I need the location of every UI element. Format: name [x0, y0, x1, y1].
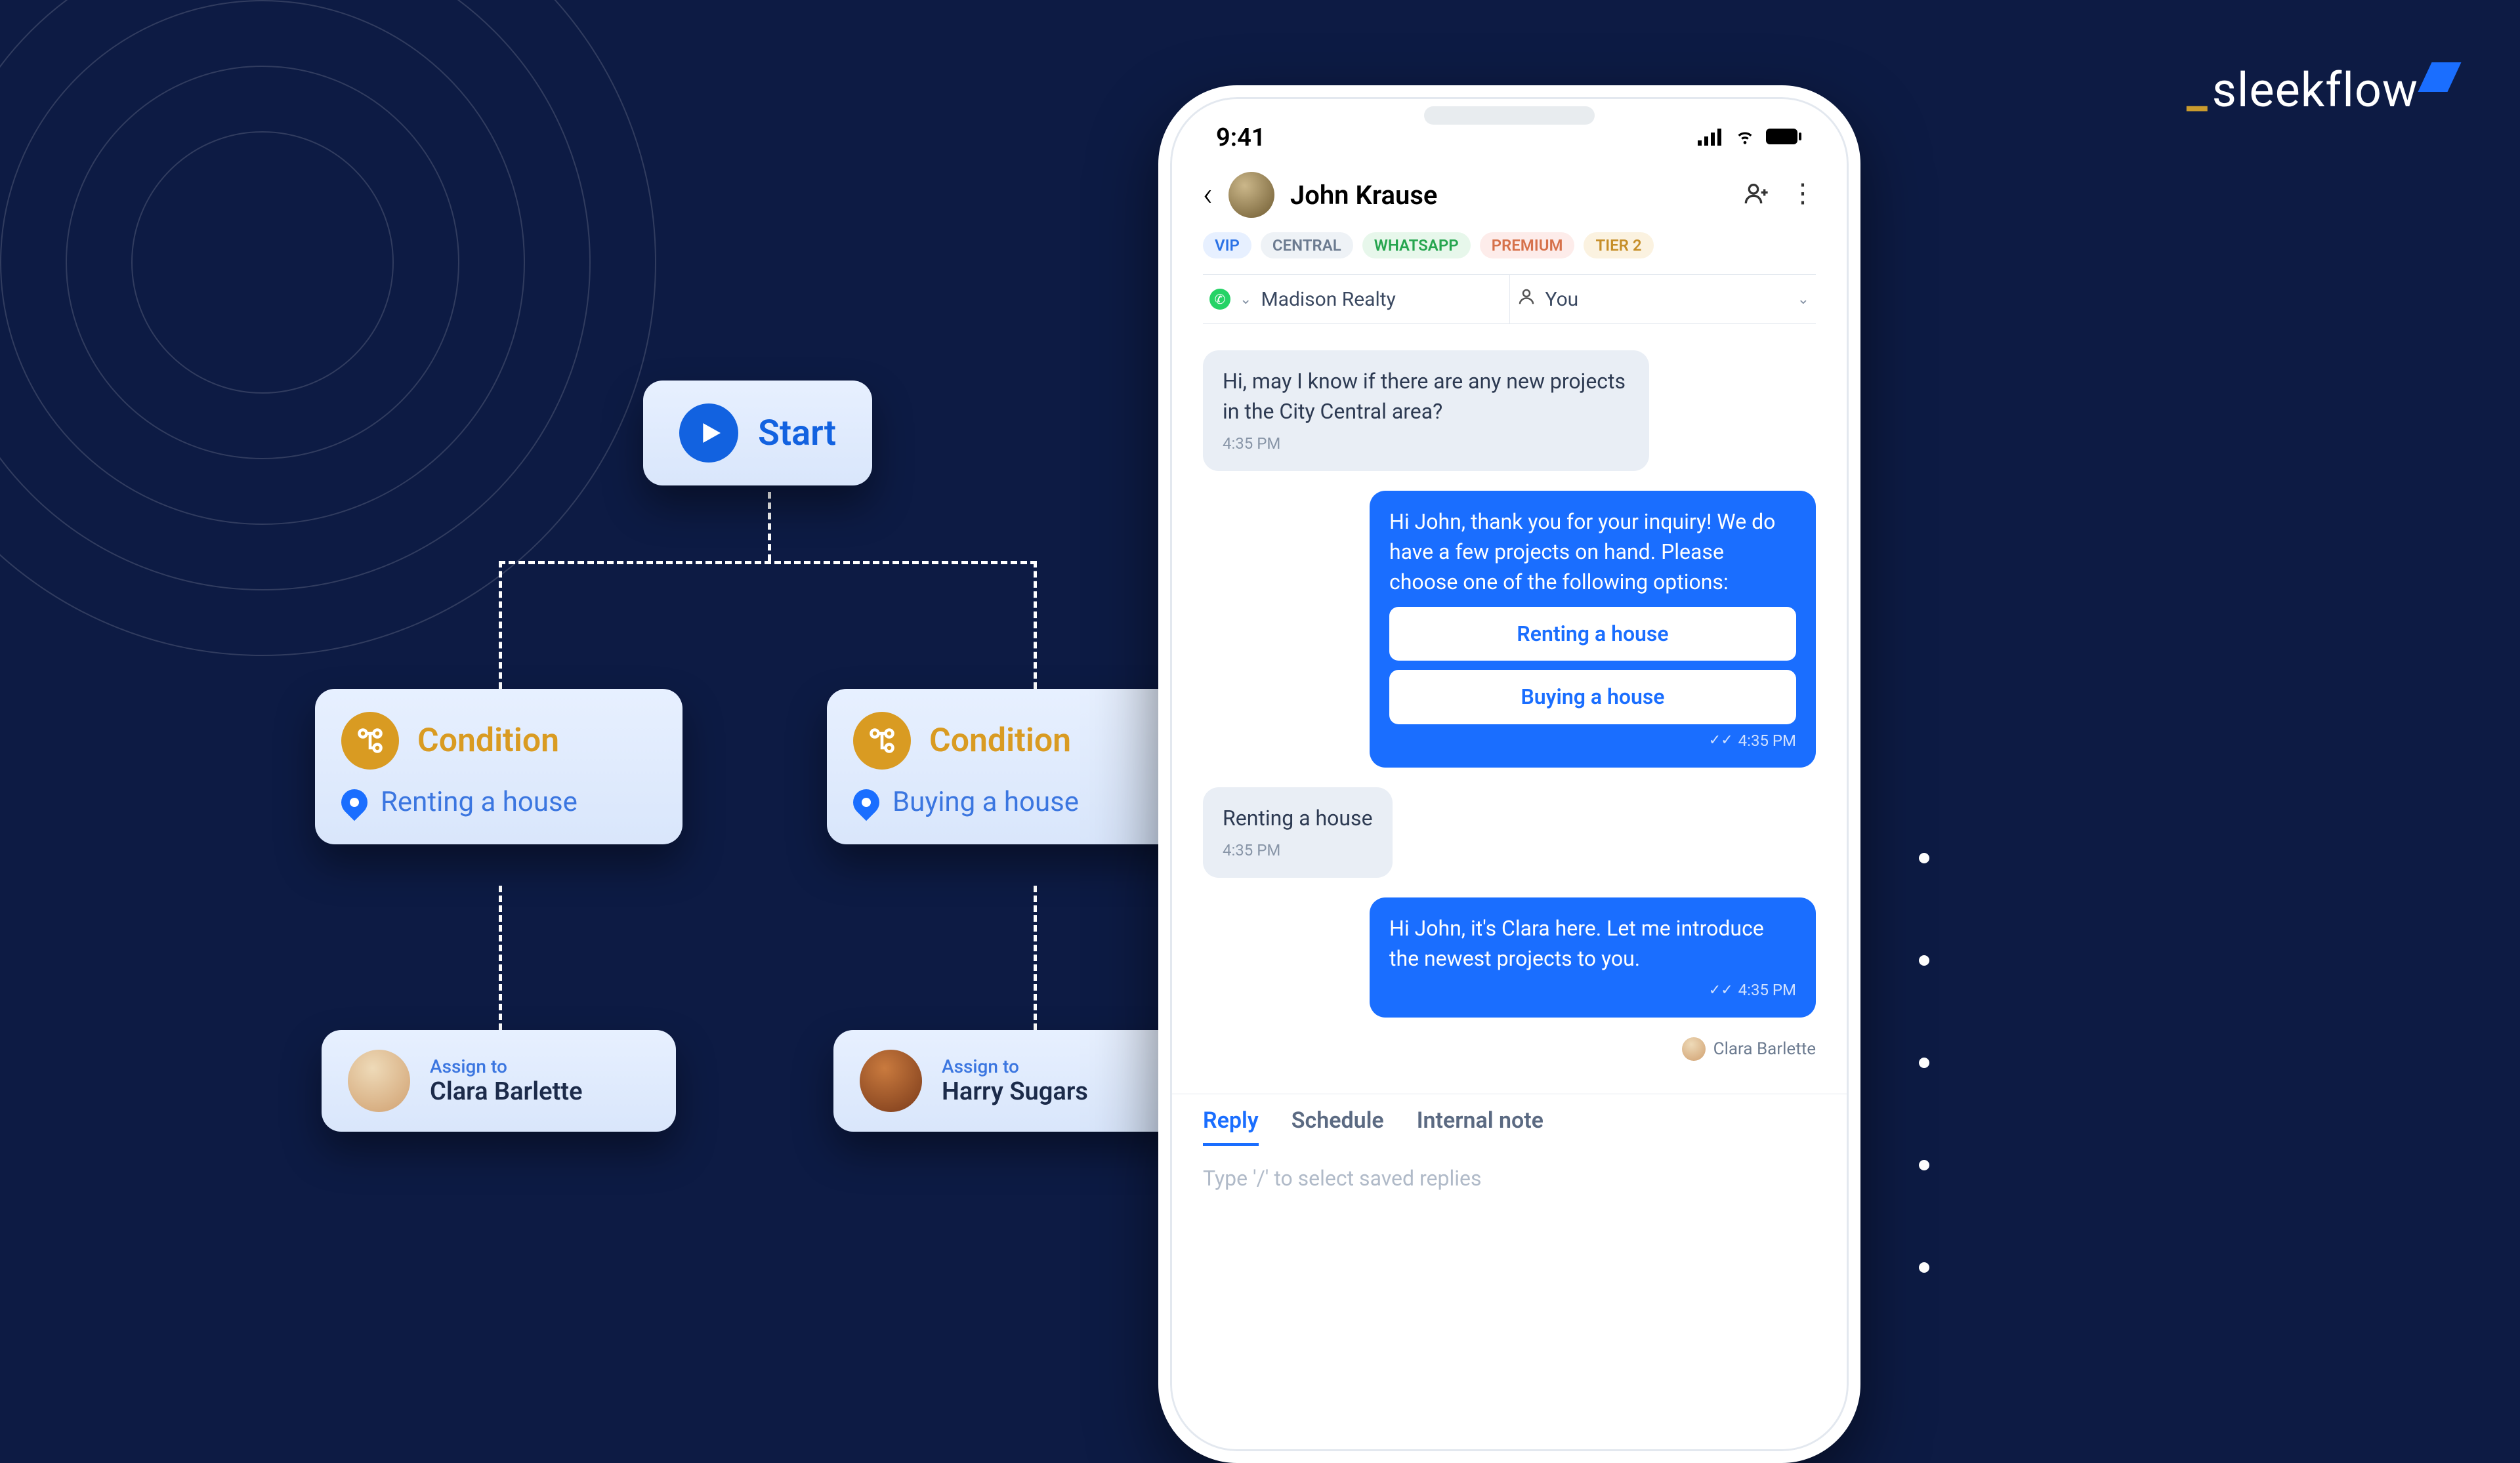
condition-value: Renting a house [381, 786, 578, 818]
incoming-message[interactable]: Renting a house 4:35 PM [1203, 787, 1393, 877]
brand-name: sleekflow [2212, 62, 2418, 118]
outgoing-message[interactable]: Hi John, it's Clara here. Let me introdu… [1370, 897, 1816, 1018]
incoming-message[interactable]: Hi, may I know if there are any new proj… [1203, 350, 1649, 471]
composer-input[interactable]: Type '/' to select saved replies [1203, 1166, 1816, 1191]
condition-value: Buying a house [892, 786, 1079, 818]
condition-title: Condition [929, 722, 1071, 760]
pin-icon [848, 783, 885, 821]
branch-icon [853, 712, 911, 770]
tag-tier2[interactable]: TIER 2 [1584, 232, 1653, 258]
channel-selector[interactable]: ✆ ⌄ Madison Realty [1203, 275, 1510, 323]
avatar [348, 1050, 410, 1112]
assignee-label: You [1545, 288, 1579, 311]
chat-header: ‹ John Krause ⋮ VIP CENTRAL WHATSAPP PRE… [1170, 159, 1849, 331]
more-icon[interactable]: ⋮ [1790, 180, 1816, 209]
delivered-icon: ✓✓ [1709, 730, 1733, 751]
assign-label: Assign to [942, 1056, 1088, 1077]
channel-label: Madison Realty [1261, 288, 1395, 311]
signal-icon [1698, 123, 1724, 152]
brand-mark-icon [2418, 62, 2462, 92]
outgoing-message[interactable]: Hi John, thank you for your inquiry! We … [1370, 491, 1816, 768]
assign-label: Assign to [430, 1056, 583, 1077]
agent-name: Clara Barlette [1713, 1039, 1816, 1059]
message-text: Hi, may I know if there are any new proj… [1223, 366, 1629, 427]
condition-title: Condition [417, 722, 559, 760]
tag-vip[interactable]: VIP [1203, 232, 1251, 258]
chevron-down-icon: ⌄ [1240, 291, 1251, 308]
agent-avatar [1682, 1037, 1706, 1061]
play-icon [679, 403, 738, 463]
option-buying-button[interactable]: Buying a house [1389, 670, 1796, 724]
option-renting-button[interactable]: Renting a house [1389, 607, 1796, 661]
battery-icon [1766, 123, 1803, 152]
assign-name: Harry Sugars [942, 1077, 1088, 1106]
flow-diagram: Start Condition Renting a house Conditio… [315, 361, 1208, 1266]
assign-name: Clara Barlette [430, 1077, 583, 1106]
whatsapp-icon: ✆ [1209, 289, 1230, 310]
message-text: Renting a house [1223, 803, 1373, 833]
tag-whatsapp[interactable]: WHATSAPP [1362, 232, 1471, 258]
back-icon[interactable]: ‹ [1203, 176, 1213, 214]
message-text: Hi John, it's Clara here. Let me introdu… [1389, 913, 1796, 974]
contact-name: John Krause [1290, 180, 1728, 211]
message-text: Hi John, thank you for your inquiry! We … [1389, 506, 1796, 598]
avatar [860, 1050, 922, 1112]
branch-icon [341, 712, 399, 770]
chat-body: Hi, may I know if there are any new proj… [1170, 331, 1849, 1081]
flow-start-node[interactable]: Start [643, 381, 872, 485]
tag-row: VIP CENTRAL WHATSAPP PREMIUM TIER 2 [1203, 232, 1816, 258]
contact-avatar[interactable] [1228, 172, 1274, 218]
message-time: 4:35 PM [1738, 979, 1796, 1002]
flow-condition-renting[interactable]: Condition Renting a house [315, 689, 682, 844]
add-user-icon[interactable] [1744, 180, 1770, 209]
message-time: 4:35 PM [1223, 432, 1629, 455]
flow-assign-harry[interactable]: Assign to Harry Sugars [833, 1030, 1188, 1132]
decorative-dots [1919, 853, 1929, 1273]
flow-assign-clara[interactable]: Assign to Clara Barlette [322, 1030, 676, 1132]
message-time: 4:35 PM [1223, 839, 1373, 862]
tab-internal-note[interactable]: Internal note [1417, 1107, 1544, 1146]
assignee-selector[interactable]: You ⌄ [1510, 275, 1816, 323]
agent-signature: Clara Barlette [1682, 1037, 1816, 1061]
tag-premium[interactable]: PREMIUM [1480, 232, 1575, 258]
tab-schedule[interactable]: Schedule [1292, 1107, 1384, 1146]
person-icon [1517, 287, 1536, 312]
wifi-icon [1732, 123, 1758, 152]
brand-logo: _sleekflow [2187, 62, 2454, 118]
tag-central[interactable]: CENTRAL [1261, 232, 1353, 258]
phone-mockup: 9:41 ‹ John Krause ⋮ VI [1158, 85, 1860, 1463]
delivered-icon: ✓✓ [1709, 980, 1733, 1001]
flow-condition-buying[interactable]: Condition Buying a house [827, 689, 1194, 844]
phone-notch [1424, 106, 1595, 125]
message-time: 4:35 PM [1738, 730, 1796, 752]
tab-reply[interactable]: Reply [1203, 1107, 1259, 1146]
start-label: Start [758, 413, 836, 454]
status-time: 9:41 [1216, 123, 1265, 152]
composer: Reply Schedule Internal note Type '/' to… [1170, 1094, 1849, 1204]
chevron-down-icon: ⌄ [1797, 291, 1809, 308]
pin-icon [336, 783, 373, 821]
